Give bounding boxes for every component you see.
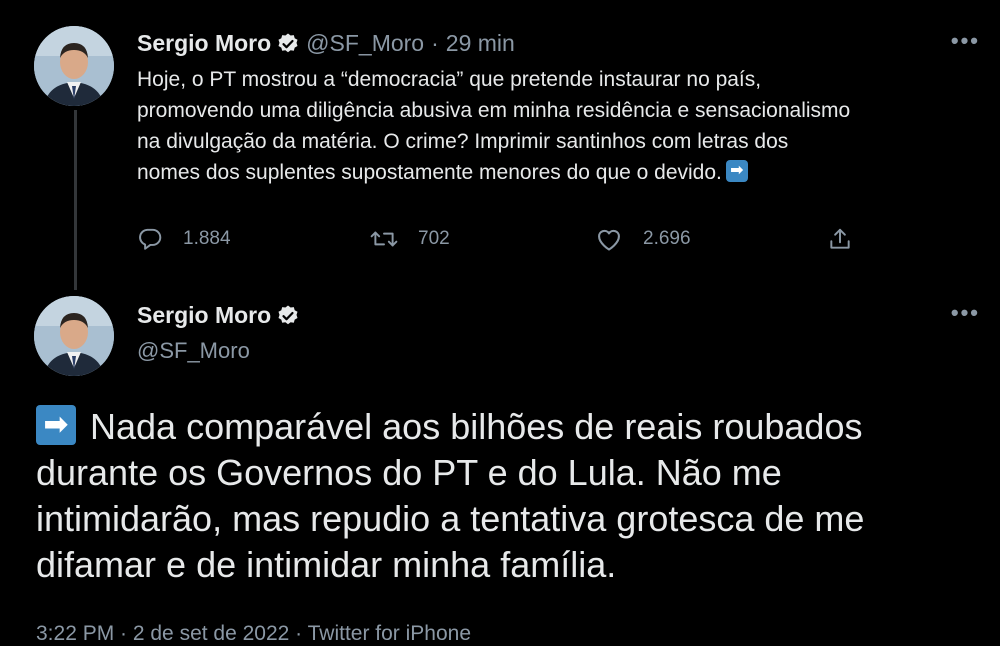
- share-button[interactable]: [827, 222, 873, 256]
- tweet-text-line-content: nomes dos suplentes supostamente menores…: [137, 161, 722, 184]
- tweet-actions: 1.884 702 2.696: [137, 222, 897, 256]
- tweet-text-line: promovendo uma diligência abusiva em min…: [137, 99, 851, 122]
- author-name[interactable]: Sergio Moro: [137, 30, 271, 57]
- tweet-text-line-content: Nada comparável aos bilhões de reais rou…: [90, 406, 863, 447]
- right-arrow-emoji-icon: ➡: [36, 405, 76, 446]
- tweet-header: Sergio Moro: [137, 302, 306, 329]
- tweet-text-line: intimidarão, mas repudio a tentativa gro…: [36, 498, 865, 539]
- tweet-text-line: nomes dos suplentes supostamente menores…: [137, 157, 997, 188]
- right-arrow-emoji-icon: ➡: [725, 160, 748, 183]
- separator-dot: ·: [431, 30, 439, 56]
- tweet-text-line: ➡ Nada comparável aos bilhões de reais ro…: [36, 404, 986, 450]
- tweet-text-line: Hoje, o PT mostrou a “democracia” que pr…: [137, 68, 762, 91]
- tweet-text: ➡ Nada comparável aos bilhões de reais ro…: [36, 404, 986, 588]
- like-button[interactable]: 2.696: [595, 222, 691, 256]
- author-handle[interactable]: @SF_Moro: [306, 30, 424, 57]
- tweet-meta-timestamp[interactable]: 3:22 PM · 2 de set de 2022 · Twitter for…: [36, 622, 471, 646]
- tweet-text-line: difamar e de intimidar minha família.: [36, 544, 617, 585]
- tweet-timestamp[interactable]: 29 min: [446, 30, 515, 57]
- heart-icon: [598, 229, 620, 251]
- retweet-count: 702: [418, 228, 450, 249]
- reply-icon: [139, 228, 162, 250]
- author-name[interactable]: Sergio Moro: [137, 302, 271, 329]
- avatar-image: [34, 26, 114, 106]
- more-options-icon[interactable]: •••: [951, 300, 980, 326]
- tweet-text-line: na divulgação da matéria. O crime? Impri…: [137, 130, 789, 153]
- avatar-image: [34, 296, 114, 376]
- more-options-icon[interactable]: •••: [951, 28, 980, 54]
- author-handle[interactable]: @SF_Moro: [137, 338, 250, 364]
- share-icon: [830, 228, 850, 249]
- reply-count: 1.884: [183, 228, 231, 249]
- retweet-icon: [370, 231, 398, 247]
- reply-button[interactable]: 1.884: [137, 222, 231, 256]
- verified-badge-icon: [276, 32, 300, 56]
- tweet-text-line: durante os Governos do PT e do Lula. Não…: [36, 452, 782, 493]
- retweet-button[interactable]: 702: [370, 222, 450, 256]
- verified-badge-icon: [276, 304, 300, 328]
- like-count: 2.696: [643, 228, 691, 249]
- tweet-text: Hoje, o PT mostrou a “democracia” que pr…: [137, 64, 997, 188]
- thread-connector-line: [74, 110, 77, 290]
- tweet-header: Sergio Moro @SF_Moro · 29 min: [137, 30, 515, 57]
- avatar[interactable]: [34, 296, 114, 376]
- avatar[interactable]: [34, 26, 114, 106]
